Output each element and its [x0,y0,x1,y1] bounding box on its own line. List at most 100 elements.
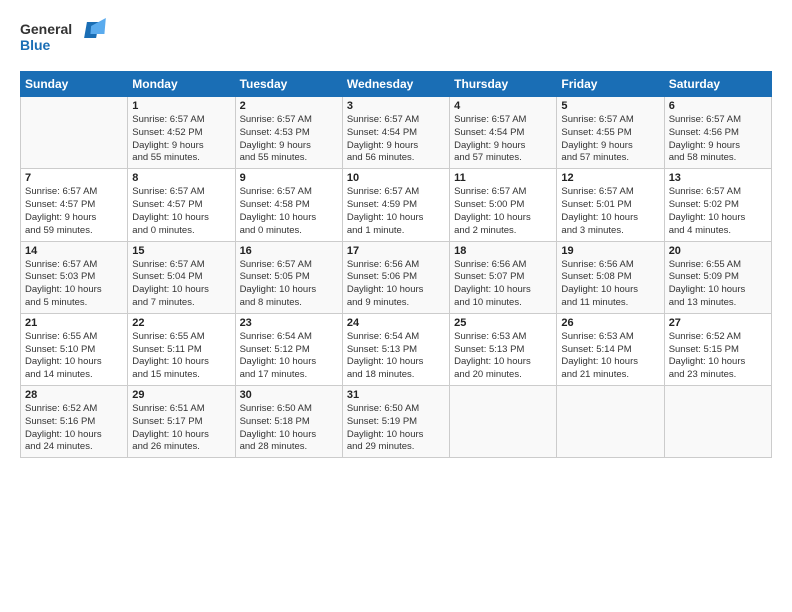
calendar-table: SundayMondayTuesdayWednesdayThursdayFrid… [20,71,772,458]
calendar-cell: 31 Sunrise: 6:50 AMSunset: 5:19 PMDayligh… [342,386,449,458]
day-info: Sunrise: 6:54 AMSunset: 5:12 PMDaylight:… [240,331,338,382]
calendar-week-5: 28 Sunrise: 6:52 AMSunset: 5:16 PMDayligh… [21,386,772,458]
calendar-header-monday: Monday [128,72,235,97]
day-info: Sunrise: 6:53 AMSunset: 5:13 PMDaylight:… [454,331,552,382]
day-number: 17 [347,245,445,257]
calendar-cell: 15 Sunrise: 6:57 AMSunset: 5:04 PMDayligh… [128,241,235,313]
day-number: 5 [561,100,659,112]
day-number: 6 [669,100,767,112]
calendar-cell: 29 Sunrise: 6:51 AMSunset: 5:17 PMDayligh… [128,386,235,458]
day-info: Sunrise: 6:57 AMSunset: 4:57 PMDaylight:… [25,186,123,237]
day-number: 30 [240,389,338,401]
calendar-cell: 3 Sunrise: 6:57 AMSunset: 4:54 PMDaylight… [342,97,449,169]
day-info: Sunrise: 6:51 AMSunset: 5:17 PMDaylight:… [132,403,230,454]
calendar-cell: 20 Sunrise: 6:55 AMSunset: 5:09 PMDayligh… [664,241,771,313]
day-info: Sunrise: 6:57 AMSunset: 5:00 PMDaylight:… [454,186,552,237]
calendar-header-thursday: Thursday [450,72,557,97]
day-info: Sunrise: 6:57 AMSunset: 4:56 PMDaylight:… [669,114,767,165]
calendar-cell: 30 Sunrise: 6:50 AMSunset: 5:18 PMDayligh… [235,386,342,458]
day-number: 19 [561,245,659,257]
calendar-week-1: 1 Sunrise: 6:57 AMSunset: 4:52 PMDaylight… [21,97,772,169]
day-number: 8 [132,172,230,184]
calendar-week-3: 14Sunrise: 6:57 AMSunset: 5:03 PMDayligh… [21,241,772,313]
day-info: Sunrise: 6:57 AMSunset: 4:55 PMDaylight:… [561,114,659,165]
calendar-cell: 9 Sunrise: 6:57 AMSunset: 4:58 PMDaylight… [235,169,342,241]
calendar-header-sunday: Sunday [21,72,128,97]
day-info: Sunrise: 6:56 AMSunset: 5:07 PMDaylight:… [454,259,552,310]
day-number: 28 [25,389,123,401]
day-info: Sunrise: 6:57 AMSunset: 5:05 PMDaylight:… [240,259,338,310]
day-number: 13 [669,172,767,184]
day-info: Sunrise: 6:57 AMSunset: 5:03 PMDaylight:… [25,259,123,310]
day-number: 10 [347,172,445,184]
svg-text:General: General [20,21,72,37]
day-number: 22 [132,317,230,329]
day-info: Sunrise: 6:55 AMSunset: 5:11 PMDaylight:… [132,331,230,382]
calendar-cell [450,386,557,458]
calendar-cell: 13 Sunrise: 6:57 AMSunset: 5:02 PMDayligh… [664,169,771,241]
day-number: 1 [132,100,230,112]
calendar-header-wednesday: Wednesday [342,72,449,97]
day-info: Sunrise: 6:57 AMSunset: 4:54 PMDaylight:… [454,114,552,165]
day-number: 24 [347,317,445,329]
calendar-cell: 18Sunrise: 6:56 AMSunset: 5:07 PMDayligh… [450,241,557,313]
day-number: 3 [347,100,445,112]
calendar-cell: 21 Sunrise: 6:55 AMSunset: 5:10 PMDayligh… [21,313,128,385]
day-info: Sunrise: 6:57 AMSunset: 4:54 PMDaylight:… [347,114,445,165]
day-info: Sunrise: 6:55 AMSunset: 5:10 PMDaylight:… [25,331,123,382]
calendar-week-4: 21 Sunrise: 6:55 AMSunset: 5:10 PMDayligh… [21,313,772,385]
logo: General Blue [20,16,110,61]
day-info: Sunrise: 6:57 AMSunset: 5:04 PMDaylight:… [132,259,230,310]
calendar-cell [557,386,664,458]
day-number: 26 [561,317,659,329]
calendar-cell: 1 Sunrise: 6:57 AMSunset: 4:52 PMDaylight… [128,97,235,169]
calendar-cell: 24Sunrise: 6:54 AMSunset: 5:13 PMDayligh… [342,313,449,385]
day-info: Sunrise: 6:56 AMSunset: 5:08 PMDaylight:… [561,259,659,310]
calendar-cell: 4 Sunrise: 6:57 AMSunset: 4:54 PMDaylight… [450,97,557,169]
calendar-cell: 10Sunrise: 6:57 AMSunset: 4:59 PMDayligh… [342,169,449,241]
day-number: 7 [25,172,123,184]
day-info: Sunrise: 6:52 AMSunset: 5:15 PMDaylight:… [669,331,767,382]
calendar-cell: 11Sunrise: 6:57 AMSunset: 5:00 PMDayligh… [450,169,557,241]
day-info: Sunrise: 6:55 AMSunset: 5:09 PMDaylight:… [669,259,767,310]
day-info: Sunrise: 6:57 AMSunset: 4:52 PMDaylight:… [132,114,230,165]
calendar-cell: 12Sunrise: 6:57 AMSunset: 5:01 PMDayligh… [557,169,664,241]
calendar-cell: 7 Sunrise: 6:57 AMSunset: 4:57 PMDaylight… [21,169,128,241]
day-number: 20 [669,245,767,257]
day-number: 12 [561,172,659,184]
calendar-cell: 26Sunrise: 6:53 AMSunset: 5:14 PMDayligh… [557,313,664,385]
calendar-cell: 16 Sunrise: 6:57 AMSunset: 5:05 PMDayligh… [235,241,342,313]
day-info: Sunrise: 6:57 AMSunset: 5:02 PMDaylight:… [669,186,767,237]
day-number: 23 [240,317,338,329]
day-info: Sunrise: 6:57 AMSunset: 4:57 PMDaylight:… [132,186,230,237]
day-number: 29 [132,389,230,401]
day-number: 31 [347,389,445,401]
day-number: 27 [669,317,767,329]
svg-text:Blue: Blue [20,37,51,53]
day-number: 4 [454,100,552,112]
calendar-cell [21,97,128,169]
day-info: Sunrise: 6:52 AMSunset: 5:16 PMDaylight:… [25,403,123,454]
calendar-header-friday: Friday [557,72,664,97]
day-info: Sunrise: 6:50 AMSunset: 5:19 PMDaylight:… [347,403,445,454]
day-number: 9 [240,172,338,184]
day-number: 16 [240,245,338,257]
calendar-header-row: SundayMondayTuesdayWednesdayThursdayFrid… [21,72,772,97]
day-number: 2 [240,100,338,112]
calendar-cell: 14Sunrise: 6:57 AMSunset: 5:03 PMDayligh… [21,241,128,313]
day-info: Sunrise: 6:56 AMSunset: 5:06 PMDaylight:… [347,259,445,310]
calendar-header-tuesday: Tuesday [235,72,342,97]
calendar-header-saturday: Saturday [664,72,771,97]
calendar-cell: 2Sunrise: 6:57 AMSunset: 4:53 PMDaylight… [235,97,342,169]
day-info: Sunrise: 6:57 AMSunset: 4:58 PMDaylight:… [240,186,338,237]
calendar-cell [664,386,771,458]
logo-icon: General Blue [20,16,110,56]
calendar-week-2: 7 Sunrise: 6:57 AMSunset: 4:57 PMDaylight… [21,169,772,241]
calendar-cell: 28 Sunrise: 6:52 AMSunset: 5:16 PMDayligh… [21,386,128,458]
day-info: Sunrise: 6:50 AMSunset: 5:18 PMDaylight:… [240,403,338,454]
day-number: 21 [25,317,123,329]
calendar-cell: 27 Sunrise: 6:52 AMSunset: 5:15 PMDayligh… [664,313,771,385]
day-number: 15 [132,245,230,257]
calendar-cell: 19 Sunrise: 6:56 AMSunset: 5:08 PMDayligh… [557,241,664,313]
calendar-cell: 23 Sunrise: 6:54 AMSunset: 5:12 PMDayligh… [235,313,342,385]
